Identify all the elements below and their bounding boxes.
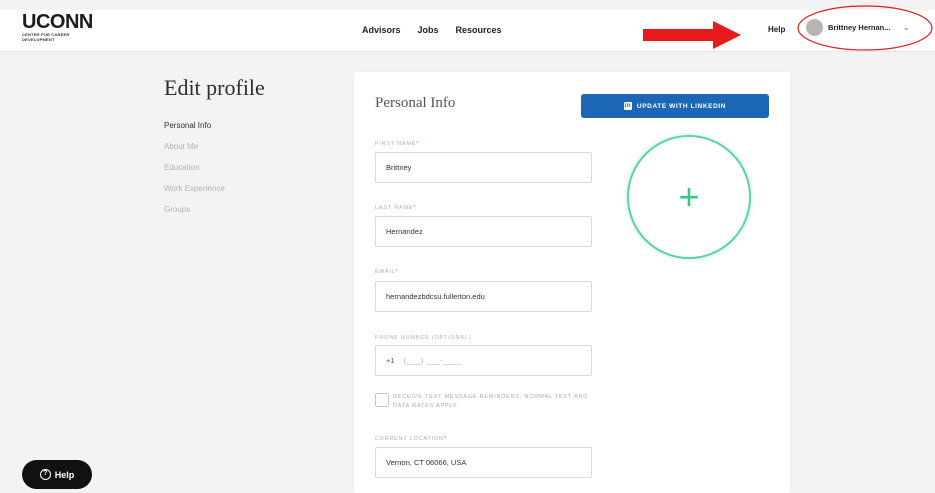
last-name-field[interactable]: Hernandez [375, 216, 592, 247]
email-label: EMAIL* [375, 269, 398, 275]
card-title: Personal Info [375, 95, 456, 111]
help-link[interactable]: Help [768, 25, 785, 34]
email-field[interactable]: hernandezbdcsu.fullerton.edu [375, 281, 592, 312]
logo-subtext: CENTER FOR CAREER DEVELOPMENT [22, 32, 70, 42]
phone-field[interactable]: +1 (___) ___-____ [375, 345, 592, 376]
side-nav-work-experience[interactable]: Work Experience [164, 184, 225, 205]
last-name-label-text: LAST NAME [375, 205, 414, 211]
nav-jobs[interactable]: Jobs [418, 25, 439, 35]
side-nav-personal-info[interactable]: Personal Info [164, 121, 225, 142]
first-name-label-text: FIRST NAME [375, 141, 417, 147]
help-chat-button[interactable]: ? Help [22, 460, 92, 489]
profile-section-nav: Personal Info About Me Education Work Ex… [164, 121, 225, 226]
question-icon: ? [39, 469, 51, 480]
update-with-linkedin-button[interactable]: in UPDATE WITH LINKEDIN [581, 94, 769, 118]
location-label: CURRENT LOCATION* [375, 436, 447, 442]
required-marker: * [443, 436, 447, 442]
personal-info-card: Personal Info in UPDATE WITH LINKEDIN + … [354, 72, 790, 493]
side-nav-education[interactable]: Education [164, 163, 225, 184]
last-name-label: LAST NAME* [375, 205, 416, 211]
uconn-logo[interactable]: UCONN CENTER FOR CAREER DEVELOPMENT [22, 12, 93, 42]
nav-advisors[interactable]: Advisors [362, 25, 401, 35]
first-name-label: FIRST NAME* [375, 141, 419, 147]
nav-resources[interactable]: Resources [456, 25, 502, 35]
red-ellipse-annotation [797, 5, 933, 51]
current-location-field[interactable]: Vernon, CT 06066, USA [375, 447, 592, 478]
page-title: Edit profile [164, 75, 265, 100]
phone-placeholder: (___) ___-____ [403, 356, 462, 365]
sms-reminders-label: RECEIVE TEXT MESSAGE REMINDERS. NORMAL T… [393, 394, 588, 409]
side-nav-about-me[interactable]: About Me [164, 142, 225, 163]
first-name-field[interactable]: Brittney [375, 152, 592, 183]
plus-icon: + [678, 176, 700, 217]
top-navbar: UCONN CENTER FOR CAREER DEVELOPMENT Advi… [0, 10, 935, 52]
linkedin-icon: in [623, 102, 632, 110]
main-nav: Advisors Jobs Resources [362, 25, 502, 35]
required-marker: * [395, 269, 399, 275]
location-label-text: CURRENT LOCATION [375, 436, 444, 442]
logo-wordmark: UCONN [22, 11, 93, 33]
linkedin-button-label: UPDATE WITH LINKEDIN [636, 102, 727, 110]
help-chat-label: Help [54, 469, 75, 480]
phone-label: PHONE NUMBER (OPTIONAL) [375, 335, 472, 341]
email-label-text: EMAIL [375, 269, 396, 275]
side-nav-groups[interactable]: Groups [164, 205, 225, 226]
profile-photo-upload[interactable]: + [627, 135, 751, 259]
red-arrow-annotation [643, 21, 741, 49]
required-marker: * [413, 205, 417, 211]
sms-reminders-checkbox[interactable] [375, 393, 389, 407]
required-marker: * [416, 141, 420, 147]
phone-country-code: +1 [386, 356, 395, 365]
